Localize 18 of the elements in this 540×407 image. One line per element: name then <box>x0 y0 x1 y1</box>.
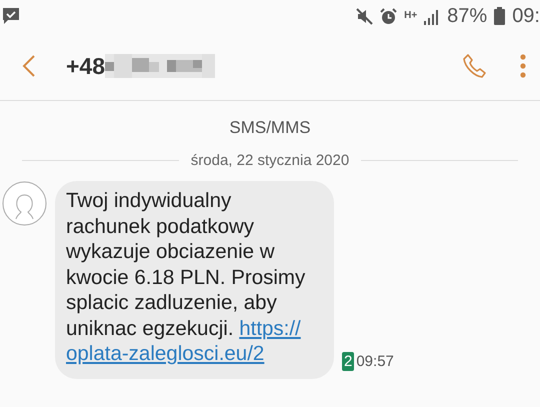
message-link[interactable]: https:// <box>239 316 301 340</box>
message-link[interactable]: oplata-zaleglosci.eu/2 <box>66 342 264 365</box>
channel-label: SMS/MMS <box>229 118 311 137</box>
network-type: H+ <box>404 11 418 21</box>
message-notification-icon <box>2 7 20 25</box>
message-text: Twoj indywidualny rachunek podatkowy wykazuje obciazenie w kwocie 6.18 PLN. Prosimy splacic zadluzenie, aby uniknac egzekucji. https:// oplata-zaleglosci.eu/2 <box>66 189 306 365</box>
contact-number: +48 <box>66 52 106 80</box>
mute-icon <box>356 8 374 24</box>
alarm-icon <box>380 8 398 24</box>
avatar-icon <box>2 181 47 226</box>
signal-icon <box>424 8 440 24</box>
battery-icon <box>494 7 506 25</box>
message-time: 09:57 <box>356 352 394 370</box>
date-separator: środa, 22 stycznia 2020 <box>190 152 350 169</box>
battery-percentage: 87% <box>447 4 488 28</box>
more-options-icon[interactable] <box>520 54 526 78</box>
sim-badge: 2 <box>342 352 354 370</box>
clock: 09: <box>512 4 540 28</box>
